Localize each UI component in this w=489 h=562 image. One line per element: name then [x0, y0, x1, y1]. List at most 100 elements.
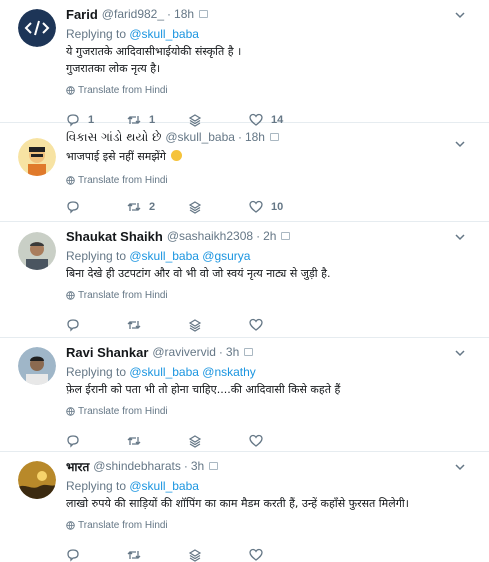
reply-icon	[67, 201, 79, 214]
display-name[interactable]: भारत	[66, 458, 89, 475]
tweet-text-line: गुजरातका लोक नृत्य है।	[66, 62, 161, 75]
replying-to: Replying to @skull_baba	[66, 479, 477, 494]
reply-button[interactable]	[66, 548, 127, 562]
code-icon	[18, 9, 56, 47]
heart-icon	[249, 318, 263, 331]
like-button[interactable]: 10	[249, 200, 329, 214]
tweet-timeline: Farid @farid982_ · 18h Replying to @skul…	[0, 0, 489, 562]
separator: ·	[218, 345, 223, 359]
translate-link[interactable]: Translate from Hindi	[66, 288, 477, 302]
chevron-down-icon[interactable]	[453, 346, 467, 360]
globe-icon	[66, 175, 75, 185]
translate-label: Translate from Hindi	[78, 84, 168, 96]
user-handle[interactable]: @skull_baba	[165, 130, 235, 144]
replying-prefix: Replying to	[66, 27, 130, 41]
card-icon	[269, 133, 279, 141]
pensive-face-emoji-icon	[171, 150, 183, 161]
heart-icon	[249, 200, 263, 213]
reply-button[interactable]	[66, 200, 127, 214]
timestamp[interactable]: 18h	[174, 7, 194, 21]
stack-button[interactable]	[188, 548, 249, 562]
like-button[interactable]	[249, 318, 329, 332]
chevron-down-icon[interactable]	[453, 460, 467, 474]
replying-to: Replying to @skull_baba @nskathy	[66, 365, 477, 380]
translate-label: Translate from Hindi	[78, 289, 168, 301]
tweet[interactable]: વિકાસ ગાંડો થયો છે @skull_baba · 18h भाज…	[0, 123, 489, 222]
replying-prefix: Replying to	[66, 365, 130, 379]
separator: ·	[256, 229, 261, 243]
reply-mention-link[interactable]: @skull_baba @nskathy	[129, 365, 255, 379]
layers-icon	[188, 549, 202, 562]
avatar[interactable]	[18, 9, 56, 47]
user-handle[interactable]: @farid982_	[102, 7, 164, 21]
translate-link[interactable]: Translate from Hindi	[66, 518, 477, 532]
stack-button[interactable]	[188, 200, 249, 214]
heart-icon	[249, 548, 263, 561]
chevron-down-icon[interactable]	[453, 8, 467, 22]
translate-link[interactable]: Translate from Hindi	[66, 83, 477, 97]
display-name[interactable]: વિકાસ ગાંડો થયો છે	[66, 130, 161, 145]
person-photo-icon	[18, 347, 56, 385]
reply-button[interactable]	[66, 434, 127, 448]
reply-mention-link[interactable]: @skull_baba	[129, 27, 199, 41]
translate-link[interactable]: Translate from Hindi	[66, 173, 477, 187]
replying-prefix: Replying to	[66, 479, 130, 493]
card-icon	[199, 10, 209, 18]
user-handle[interactable]: @shindebharats	[93, 459, 181, 473]
tweet-text: लाखो रुपये की साड़ियों की शॉपिंग का काम …	[66, 495, 477, 512]
stack-button[interactable]	[188, 434, 249, 448]
display-name[interactable]: Farid	[66, 7, 98, 22]
heart-icon	[249, 434, 263, 447]
display-name[interactable]: Ravi Shankar	[66, 345, 148, 360]
separator: ·	[183, 459, 188, 473]
avatar[interactable]	[18, 461, 56, 499]
tweet[interactable]: Shaukat Shaikh @sashaikh2308 · 2h Replyi…	[0, 222, 489, 338]
person-photo-icon	[18, 232, 56, 270]
retweet-button[interactable]	[127, 318, 188, 332]
retweet-button[interactable]	[127, 434, 188, 448]
separator: ·	[237, 130, 242, 144]
replying-to: Replying to @skull_baba @gsurya	[66, 249, 477, 264]
chevron-down-icon[interactable]	[453, 137, 467, 151]
separator: ·	[167, 7, 172, 21]
avatar[interactable]	[18, 138, 56, 176]
tweet[interactable]: Ravi Shankar @ravivervid · 3h Replying t…	[0, 338, 489, 452]
card-icon	[209, 462, 219, 470]
translate-link[interactable]: Translate from Hindi	[66, 404, 477, 418]
tweet[interactable]: भारत @shindebharats · 3h Replying to @sk…	[0, 452, 489, 562]
tweet-header: Shaukat Shaikh @sashaikh2308 · 2h	[66, 228, 477, 244]
user-handle[interactable]: @ravivervid	[152, 345, 216, 359]
tweet-header: भारत @shindebharats · 3h	[66, 458, 477, 474]
tweet-text-line: फ़ेल ईरानी को पता भी तो होना चाहिए....की…	[66, 383, 341, 396]
timestamp[interactable]: 3h	[226, 345, 239, 359]
retweet-icon	[127, 321, 141, 329]
reply-mention-link[interactable]: @skull_baba	[129, 479, 199, 493]
like-button[interactable]	[249, 548, 329, 562]
chevron-down-icon[interactable]	[453, 230, 467, 244]
display-name[interactable]: Shaukat Shaikh	[66, 229, 163, 244]
reply-icon	[67, 435, 79, 448]
tweet-text-line: भाजपाई इसे नहीं समझेंगे	[66, 150, 166, 163]
like-button[interactable]	[249, 434, 329, 448]
retweet-button[interactable]: 2	[127, 200, 188, 214]
layers-icon	[188, 435, 202, 448]
retweet-button[interactable]	[127, 548, 188, 562]
timestamp[interactable]: 2h	[263, 229, 276, 243]
user-handle[interactable]: @sashaikh2308	[167, 229, 253, 243]
layers-icon	[188, 201, 202, 214]
avatar[interactable]	[18, 232, 56, 270]
reply-icon	[67, 549, 79, 562]
timestamp[interactable]: 18h	[245, 130, 265, 144]
stack-button[interactable]	[188, 318, 249, 332]
tweet-actions	[66, 308, 477, 342]
avatar[interactable]	[18, 347, 56, 385]
globe-icon	[66, 85, 75, 95]
reply-button[interactable]	[66, 318, 127, 332]
tweet[interactable]: Farid @farid982_ · 18h Replying to @skul…	[0, 0, 489, 127]
retweet-icon	[127, 551, 141, 559]
reply-mention-link[interactable]: @skull_baba @gsurya	[129, 249, 250, 263]
translate-label: Translate from Hindi	[78, 174, 168, 186]
timestamp[interactable]: 3h	[191, 459, 204, 473]
tweet-text: बिना देखे ही उटपटांग और वो भी वो जो स्वय…	[66, 265, 477, 282]
retweet-icon	[127, 203, 141, 211]
